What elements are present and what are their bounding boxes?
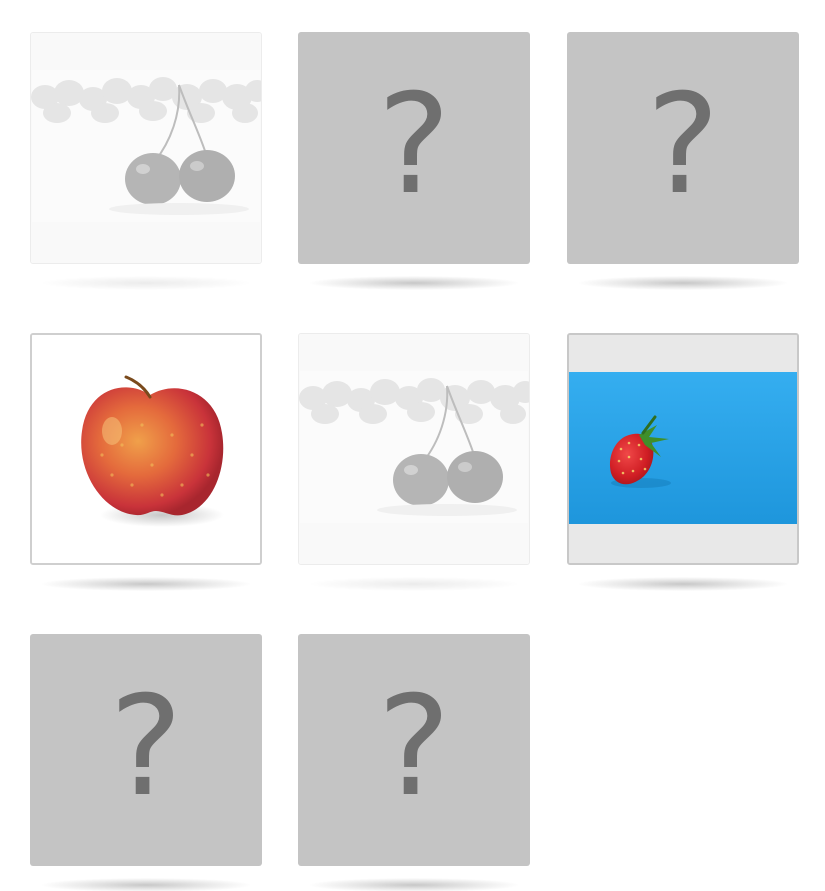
- memory-game-board: ? ? ? ?: [0, 0, 825, 891]
- card-slot-6: [567, 333, 799, 591]
- card-hidden[interactable]: ?: [30, 634, 262, 866]
- card-slot-5: [298, 333, 530, 591]
- cherries-photo-icon: [299, 334, 529, 564]
- strawberry-photo-icon: [569, 335, 797, 563]
- card-hidden[interactable]: ?: [298, 634, 530, 866]
- card-slot-4: [30, 333, 262, 591]
- card-cherries-matched: [298, 333, 530, 565]
- card-hidden[interactable]: ?: [298, 32, 530, 264]
- card-apple-revealed: [30, 333, 262, 565]
- card-slot-2: ?: [298, 32, 530, 290]
- card-cherries-matched: [30, 32, 262, 264]
- card-strawberry-revealed: [567, 333, 799, 565]
- question-mark-icon: ?: [377, 666, 451, 827]
- card-slot-8: ?: [298, 634, 530, 891]
- apple-photo-icon: [32, 335, 260, 563]
- question-mark-icon: ?: [646, 64, 720, 225]
- cherries-photo-icon: [31, 33, 261, 263]
- card-slot-7: ?: [30, 634, 262, 891]
- card-slot-3: ?: [567, 32, 799, 290]
- question-mark-icon: ?: [377, 64, 451, 225]
- card-slot-1: [30, 32, 262, 290]
- card-hidden[interactable]: ?: [567, 32, 799, 264]
- question-mark-icon: ?: [109, 666, 183, 827]
